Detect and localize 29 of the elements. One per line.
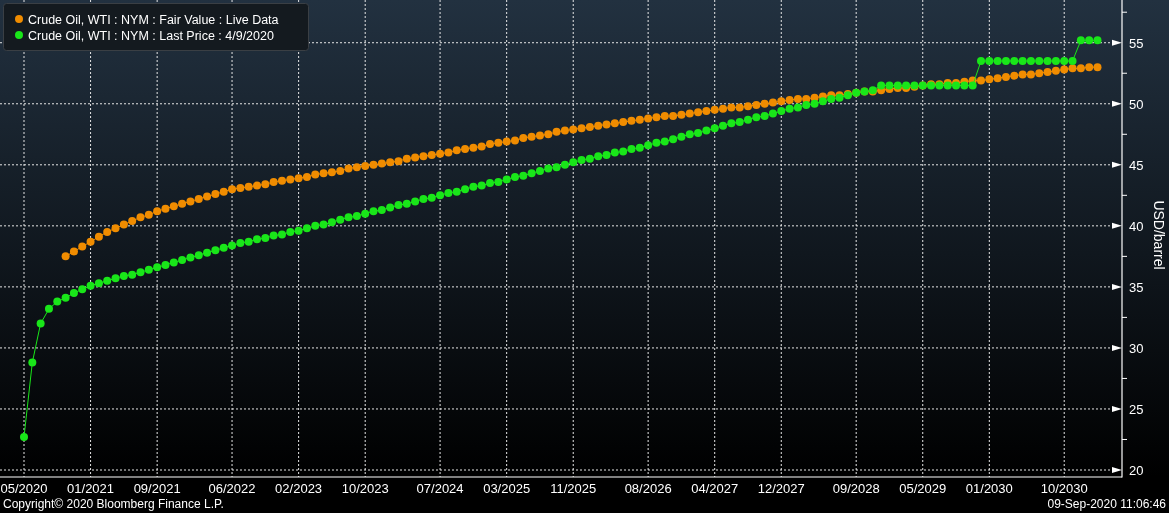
y-tick-label: 30 — [1129, 340, 1144, 356]
x-tick-label: 05/2029 — [899, 481, 947, 496]
y-tick-label: 25 — [1129, 401, 1144, 417]
y-tick-label: 55 — [1129, 35, 1144, 51]
y-tick-label: 40 — [1129, 218, 1144, 234]
legend-label: Crude Oil, WTI : NYM : Last Price : 4/9/2020 — [28, 28, 274, 43]
x-tick-label: 10/2023 — [341, 481, 389, 496]
x-tick-label: 01/2030 — [965, 481, 1013, 496]
x-tick-label: 09/2028 — [832, 481, 880, 496]
x-tick-label: 04/2027 — [691, 481, 739, 496]
x-tick-label: 08/2026 — [624, 481, 672, 496]
timestamp: 09-Sep-2020 11:06:46 — [1047, 496, 1166, 513]
y-tick-label: 50 — [1129, 96, 1144, 112]
x-tick-label: 02/2023 — [275, 481, 323, 496]
y-tick-label: 35 — [1129, 279, 1144, 295]
y-tick-label: 20 — [1129, 463, 1144, 478]
copyright-text: Copyright© 2020 Bloomberg Finance L.P. — [3, 496, 224, 513]
y-tick-label: 45 — [1129, 157, 1144, 173]
x-tick-label: 06/2022 — [208, 481, 256, 496]
x-tick-label: 03/2025 — [483, 481, 531, 496]
x-tick-label: 05/2020 — [0, 481, 48, 496]
legend-label: Crude Oil, WTI : NYM : Fair Value : Live Data — [28, 12, 279, 27]
y-axis-title: USD/barrel — [1151, 200, 1167, 270]
x-tick-label: 01/2021 — [67, 481, 115, 496]
x-tick-label: 07/2024 — [416, 481, 464, 496]
x-tick-label: 12/2027 — [757, 481, 805, 496]
x-tick-label: 11/2025 — [550, 481, 597, 496]
x-tick-label: 09/2021 — [133, 481, 181, 496]
x-tick-label: 10/2030 — [1040, 481, 1088, 496]
